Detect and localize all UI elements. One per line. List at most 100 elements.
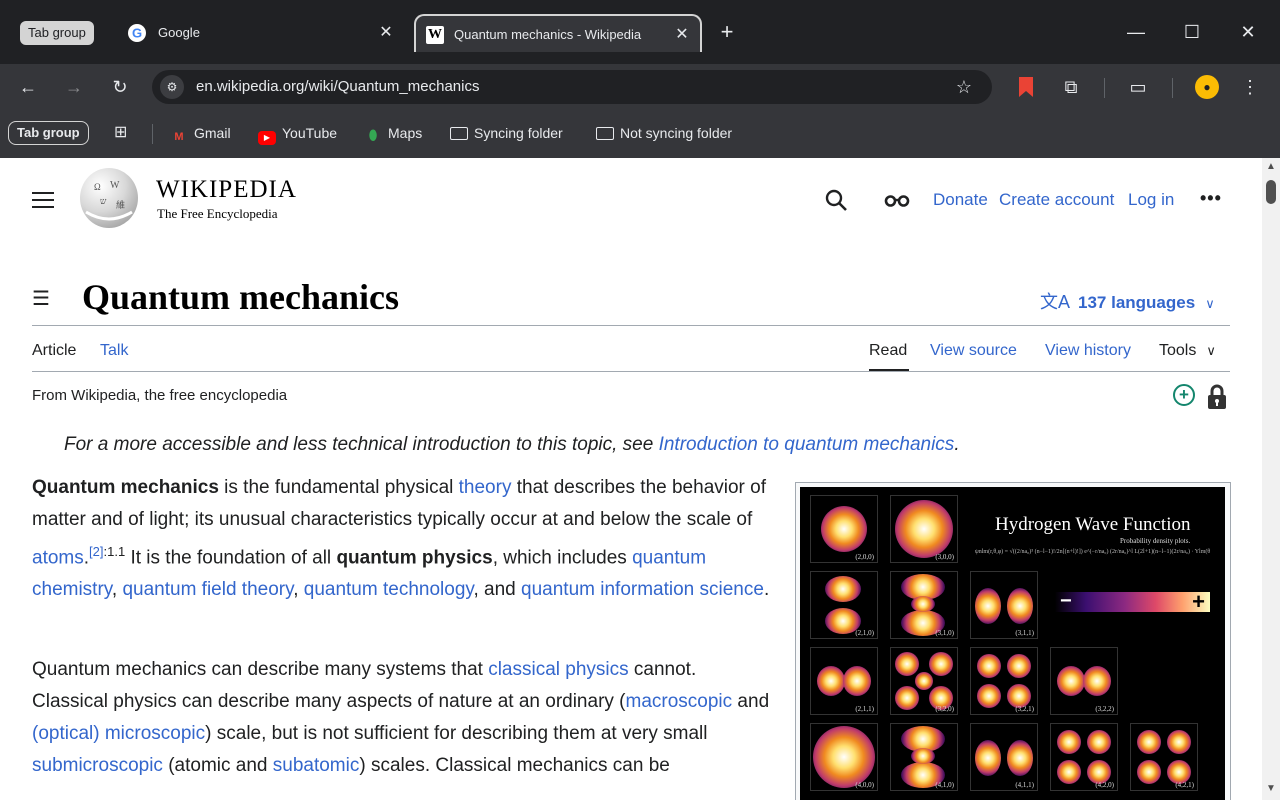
new-tab-button[interactable]: + bbox=[716, 20, 738, 44]
close-tab-icon[interactable]: ✕ bbox=[376, 23, 396, 43]
hatnote: For a more accessible and less technical… bbox=[64, 434, 960, 455]
bookmark-youtube[interactable]: ▶ YouTube bbox=[258, 123, 337, 145]
tab-view-source[interactable]: View source bbox=[930, 342, 1017, 360]
reading-mode-icon[interactable]: ▭ bbox=[1126, 75, 1150, 99]
gmail-icon: M bbox=[174, 131, 184, 143]
orbital-label: (4,1,1) bbox=[1015, 781, 1034, 789]
back-icon[interactable]: ← bbox=[16, 75, 40, 99]
tab-talk[interactable]: Talk bbox=[100, 342, 128, 360]
figure-title: Hydrogen Wave Function bbox=[995, 514, 1191, 535]
orbital-thumbnail: (3,0,0) bbox=[890, 495, 958, 563]
chevron-down-icon: ∨ bbox=[1205, 296, 1215, 311]
figure-equation: ψnlm(r,θ,φ) = √((2/na₀)³ (n−l−1)!/2n[(n+… bbox=[975, 549, 1210, 555]
link-atoms[interactable]: atoms bbox=[32, 547, 84, 568]
scroll-up-icon[interactable]: ▲ bbox=[1266, 162, 1276, 172]
link-classical-physics[interactable]: classical physics bbox=[488, 659, 628, 680]
address-bar[interactable]: ⚙ en.wikipedia.org/wiki/Quantum_mechanic… bbox=[152, 70, 992, 104]
hydrogen-wave-function-image[interactable]: Hydrogen Wave Function Probability densi… bbox=[800, 487, 1225, 800]
orbital-thumbnail: (2,1,0) bbox=[810, 571, 878, 639]
maximize-button[interactable]: ☐ bbox=[1172, 18, 1212, 46]
reference-link[interactable]: [2] bbox=[89, 544, 103, 559]
infobox-figure: Hydrogen Wave Function Probability densi… bbox=[795, 482, 1231, 800]
site-info-icon[interactable]: ⚙ bbox=[160, 75, 184, 99]
bookmark-divider bbox=[152, 124, 153, 144]
translate-icon: 文A bbox=[1040, 292, 1071, 312]
toolbar-divider bbox=[1172, 78, 1173, 98]
scroll-down-icon[interactable]: ▼ bbox=[1266, 784, 1276, 794]
tab-tools[interactable]: Tools ∨ bbox=[1159, 342, 1216, 360]
bookmark-tab-group-chip[interactable]: Tab group bbox=[8, 121, 89, 145]
bookmark-flag-icon[interactable] bbox=[1016, 76, 1036, 98]
svg-text:Ω: Ω bbox=[94, 182, 101, 192]
profile-avatar[interactable]: ● bbox=[1195, 75, 1219, 99]
link-quantum-technology[interactable]: quantum technology bbox=[304, 579, 474, 600]
tab-view-history[interactable]: View history bbox=[1045, 342, 1131, 360]
link-theory[interactable]: theory bbox=[459, 477, 512, 498]
title-divider bbox=[32, 325, 1230, 326]
orbital-label: (4,0,0) bbox=[855, 781, 874, 789]
bookmark-maps[interactable]: ⬮ Maps bbox=[364, 123, 423, 143]
close-tab-icon[interactable]: ✕ bbox=[672, 25, 692, 45]
link-optical-microscopic[interactable]: (optical) microscopic bbox=[32, 723, 205, 744]
orbital-thumbnail: (2,0,0) bbox=[810, 495, 878, 563]
tab-read[interactable]: Read bbox=[869, 342, 907, 360]
bookmark-star-icon[interactable]: ☆ bbox=[952, 75, 976, 99]
url-text[interactable]: en.wikipedia.org/wiki/Quantum_mechanics bbox=[196, 70, 479, 104]
more-options-icon[interactable]: ••• bbox=[1200, 188, 1222, 209]
menu-kebab-icon[interactable]: ⋮ bbox=[1238, 75, 1262, 99]
hatnote-link[interactable]: Introduction to quantum mechanics bbox=[659, 434, 955, 455]
lead-paragraph: Quantum mechanics is the fundamental phy… bbox=[32, 477, 770, 601]
youtube-icon: ▶ bbox=[258, 131, 276, 145]
folder-icon bbox=[596, 127, 614, 140]
scrollbar-thumb[interactable] bbox=[1266, 180, 1276, 204]
link-submicroscopic[interactable]: submicroscopic bbox=[32, 755, 163, 776]
reload-icon[interactable]: ↻ bbox=[108, 75, 132, 99]
orbital-label: (3,2,2) bbox=[1095, 705, 1114, 713]
donate-link[interactable]: Donate bbox=[933, 190, 988, 210]
login-link[interactable]: Log in bbox=[1128, 190, 1174, 210]
link-subatomic[interactable]: subatomic bbox=[273, 755, 360, 776]
link-quantum-field-theory[interactable]: quantum field theory bbox=[122, 579, 293, 600]
minimize-button[interactable]: — bbox=[1116, 18, 1156, 46]
tabs-divider bbox=[32, 371, 1230, 372]
orbital-thumbnail: (3,1,0) bbox=[890, 571, 958, 639]
maps-pin-icon: ⬮ bbox=[368, 127, 378, 143]
site-subtitle: From Wikipedia, the free encyclopedia bbox=[32, 387, 288, 404]
bookmark-gmail[interactable]: M Gmail bbox=[170, 123, 230, 143]
tab-title: Quantum mechanics - Wikipedia bbox=[454, 27, 642, 42]
extensions-icon[interactable]: ⧉ bbox=[1059, 75, 1083, 99]
table-of-contents-icon[interactable]: ☰ bbox=[32, 289, 54, 309]
orbital-thumbnail: (4,2,0) bbox=[1050, 723, 1118, 791]
close-window-button[interactable]: ✕ bbox=[1228, 18, 1268, 46]
svg-text:ש: ש bbox=[100, 196, 107, 206]
wikipedia-wordmark[interactable]: WIKIPEDIA bbox=[156, 176, 297, 204]
bookmark-not-syncing-folder[interactable]: Not syncing folder bbox=[596, 123, 732, 143]
search-icon[interactable] bbox=[824, 188, 848, 212]
svg-text:W: W bbox=[110, 180, 120, 191]
tab-group-chip[interactable]: Tab group bbox=[20, 21, 94, 45]
link-macroscopic[interactable]: macroscopic bbox=[626, 691, 733, 712]
bookmark-syncing-folder[interactable]: Syncing folder bbox=[450, 123, 563, 143]
tab-wikipedia[interactable]: W Quantum mechanics - Wikipedia ✕ bbox=[414, 14, 702, 52]
tab-article[interactable]: Article bbox=[32, 342, 76, 360]
page-scrollbar[interactable]: ▲ ▼ bbox=[1262, 158, 1280, 800]
protection-lock-icon[interactable] bbox=[1207, 384, 1227, 410]
second-paragraph: Quantum mechanics can describe many syst… bbox=[32, 659, 770, 776]
orbital-thumbnail: (4,1,1) bbox=[970, 723, 1038, 791]
orbital-thumbnail: (3,2,1) bbox=[970, 647, 1038, 715]
wikipedia-globe-logo[interactable]: Ω W ש 維 bbox=[80, 168, 138, 228]
svg-text:維: 維 bbox=[116, 199, 125, 210]
orbital-thumbnail: (4,2,1) bbox=[1130, 723, 1198, 791]
main-menu-icon[interactable] bbox=[32, 192, 54, 208]
orbital-label: (2,1,1) bbox=[855, 705, 874, 713]
tab-google[interactable]: G Google ✕ bbox=[128, 14, 402, 52]
appearance-glasses-icon[interactable] bbox=[884, 192, 910, 208]
orbital-label: (4,2,0) bbox=[1095, 781, 1114, 789]
create-account-link[interactable]: Create account bbox=[999, 190, 1114, 210]
colorbar-plus: + bbox=[1192, 589, 1205, 614]
link-quantum-information-science[interactable]: quantum information science bbox=[521, 579, 764, 600]
good-article-plus-icon[interactable]: + bbox=[1173, 384, 1195, 406]
apps-grid-icon[interactable]: ⊞ bbox=[114, 123, 127, 143]
forward-icon[interactable]: → bbox=[62, 75, 86, 99]
languages-button[interactable]: 文A 137 languages ∨ bbox=[1040, 288, 1215, 314]
